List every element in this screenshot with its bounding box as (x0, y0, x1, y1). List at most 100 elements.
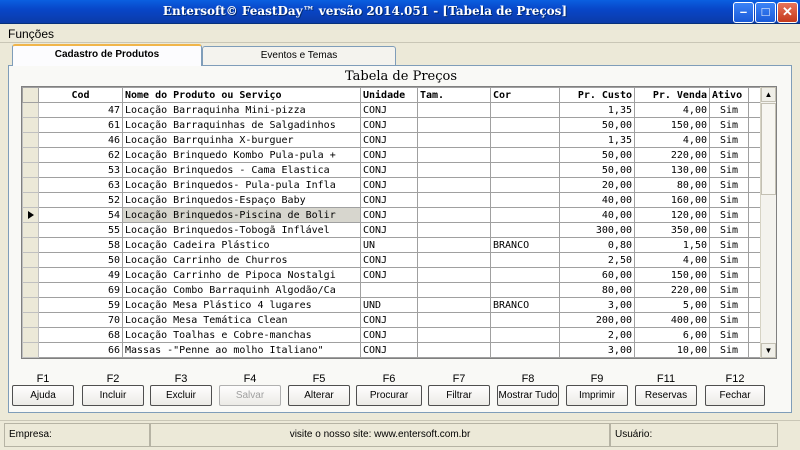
table-row[interactable]: 55 Locação Brinquedos-Tobogã Inflável CONJ… (22, 222, 763, 238)
cell-nome[interactable]: Locação Toalhas e Cobre-manchas (122, 327, 361, 343)
cell-cod[interactable]: 69 (38, 282, 123, 298)
row-indicator[interactable] (22, 282, 39, 298)
cell-nome[interactable]: Locação Carrinho de Pipoca Nostalgi (122, 267, 361, 283)
row-indicator[interactable] (22, 207, 39, 223)
col-cod[interactable]: Cod (38, 87, 123, 103)
mostrar-tudo-button[interactable]: Mostrar Tudo (497, 385, 559, 406)
cell-custo[interactable]: 2,00 (559, 327, 635, 343)
cell-cor[interactable] (490, 132, 560, 148)
scroll-down-icon[interactable]: ▼ (761, 343, 776, 358)
row-indicator[interactable] (22, 327, 39, 343)
cell-ativo[interactable]: Sim (709, 297, 749, 313)
cell-cor[interactable] (490, 147, 560, 163)
cell-custo[interactable]: 50,00 (559, 147, 635, 163)
cell-cod[interactable]: 58 (38, 237, 123, 253)
table-row[interactable]: 52 Locação Brinquedos-Espaço Baby CONJ 40,0… (22, 192, 763, 208)
close-button[interactable]: ✕ (777, 2, 798, 23)
salvar-button[interactable]: Salvar (219, 385, 281, 406)
cell-tam[interactable] (417, 117, 491, 133)
cell-cod[interactable]: 62 (38, 147, 123, 163)
cell-nome[interactable]: Locação Cadeira Plástico (122, 237, 361, 253)
cell-unidade[interactable]: CONJ (360, 267, 418, 283)
cell-ativo[interactable]: Sim (709, 102, 749, 118)
cell-venda[interactable]: 150,00 (634, 267, 710, 283)
col-unidade[interactable]: Unidade (360, 87, 418, 103)
cell-cod[interactable]: 59 (38, 297, 123, 313)
col-tam[interactable]: Tam. (417, 87, 491, 103)
cell-venda[interactable]: 5,00 (634, 297, 710, 313)
row-indicator[interactable] (22, 102, 39, 118)
table-row[interactable]: 62 Locação Brinquedo Kombo Pula-pula + CON… (22, 147, 763, 163)
col-pr-venda[interactable]: Pr. Venda (634, 87, 710, 103)
cell-ativo[interactable]: Sim (709, 132, 749, 148)
cell-venda[interactable]: 80,00 (634, 177, 710, 193)
cell-unidade[interactable]: CONJ (360, 207, 418, 223)
cell-cor[interactable] (490, 102, 560, 118)
cell-nome[interactable]: Locação Brinquedos-Piscina de Bolir (122, 207, 361, 223)
table-row[interactable]: 58 Locação Cadeira Plástico UN BRANCO 0,80 1,… (22, 237, 763, 253)
row-indicator[interactable] (22, 162, 39, 178)
cell-cod[interactable]: 63 (38, 177, 123, 193)
cell-cor[interactable] (490, 177, 560, 193)
cell-venda[interactable]: 220,00 (634, 282, 710, 298)
cell-nome[interactable]: Locação Brinquedos-Espaço Baby (122, 192, 361, 208)
cell-unidade[interactable]: CONJ (360, 312, 418, 328)
cell-custo[interactable]: 2,50 (559, 252, 635, 268)
cell-nome[interactable]: Locação Carrinho de Churros (122, 252, 361, 268)
table-row[interactable]: 49 Locação Carrinho de Pipoca Nostalgi CON… (22, 267, 763, 283)
cell-venda[interactable]: 1,50 (634, 237, 710, 253)
cell-custo[interactable]: 40,00 (559, 207, 635, 223)
ajuda-button[interactable]: Ajuda (12, 385, 74, 406)
cell-tam[interactable] (417, 327, 491, 343)
cell-tam[interactable] (417, 207, 491, 223)
scroll-thumb[interactable] (761, 103, 776, 195)
cell-tam[interactable] (417, 222, 491, 238)
cell-venda[interactable]: 4,00 (634, 102, 710, 118)
cell-cod[interactable]: 46 (38, 132, 123, 148)
cell-cod[interactable]: 47 (38, 102, 123, 118)
cell-custo[interactable]: 1,35 (559, 102, 635, 118)
row-indicator[interactable] (22, 237, 39, 253)
cell-cor[interactable] (490, 207, 560, 223)
cell-tam[interactable] (417, 282, 491, 298)
cell-tam[interactable] (417, 192, 491, 208)
cell-venda[interactable]: 6,00 (634, 327, 710, 343)
cell-cod[interactable]: 53 (38, 162, 123, 178)
cell-venda[interactable]: 400,00 (634, 312, 710, 328)
cell-unidade[interactable]: CONJ (360, 222, 418, 238)
vertical-scrollbar[interactable]: ▲ ▼ (760, 87, 776, 358)
col-ativo[interactable]: Ativo (709, 87, 749, 103)
table-row[interactable]: 63 Locação Brinquedos- Pula-pula Infla CON… (22, 177, 763, 193)
row-indicator[interactable] (22, 297, 39, 313)
cell-nome[interactable]: Locação Mesa Temática Clean (122, 312, 361, 328)
cell-nome[interactable]: Locação Brinquedos- Pula-pula Infla (122, 177, 361, 193)
alterar-button[interactable]: Alterar (288, 385, 350, 406)
row-indicator[interactable] (22, 117, 39, 133)
cell-cod[interactable]: 55 (38, 222, 123, 238)
cell-unidade[interactable]: CONJ (360, 117, 418, 133)
row-indicator[interactable] (22, 192, 39, 208)
cell-cor[interactable] (490, 117, 560, 133)
cell-venda[interactable]: 160,00 (634, 192, 710, 208)
cell-venda[interactable]: 10,00 (634, 342, 710, 358)
cell-custo[interactable]: 80,00 (559, 282, 635, 298)
fechar-button[interactable]: Fechar (705, 385, 765, 406)
cell-custo[interactable]: 3,00 (559, 342, 635, 358)
col-nome[interactable]: Nome do Produto ou Serviço (122, 87, 361, 103)
cell-tam[interactable] (417, 312, 491, 328)
row-indicator[interactable] (22, 342, 39, 358)
row-indicator[interactable] (22, 267, 39, 283)
cell-unidade[interactable] (360, 282, 418, 298)
cell-cor[interactable] (490, 267, 560, 283)
cell-cor[interactable] (490, 327, 560, 343)
cell-ativo[interactable]: Sim (709, 312, 749, 328)
cell-nome[interactable]: Locação Mesa Plástico 4 lugares (122, 297, 361, 313)
cell-cor[interactable] (490, 342, 560, 358)
cell-nome[interactable]: Locação Brinquedos - Cama Elastica (122, 162, 361, 178)
row-indicator[interactable] (22, 312, 39, 328)
cell-custo[interactable]: 50,00 (559, 117, 635, 133)
row-indicator[interactable] (22, 252, 39, 268)
cell-tam[interactable] (417, 162, 491, 178)
table-row[interactable]: 66 Massas -"Penne ao molho Italiano" CONJ 3… (22, 342, 763, 358)
cell-tam[interactable] (417, 177, 491, 193)
